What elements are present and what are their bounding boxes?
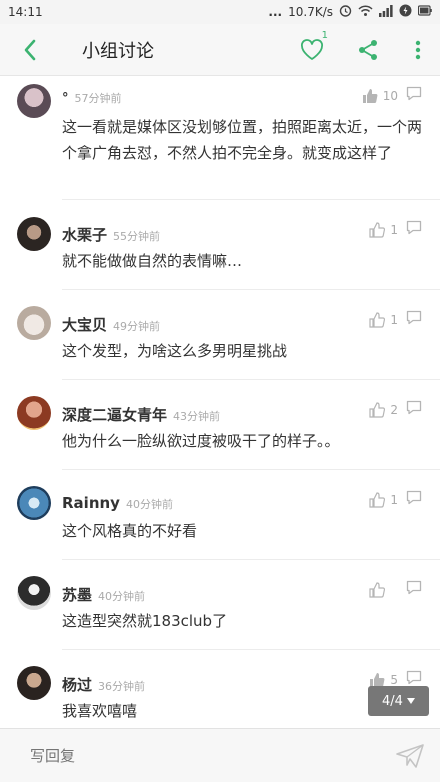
avatar[interactable]: [17, 396, 51, 430]
network-speed: 10.7K/s: [288, 5, 333, 19]
like-count: 1: [390, 222, 398, 237]
comment-text: 这造型突然就183club了: [62, 612, 228, 630]
heart-icon: [301, 38, 323, 60]
thumbs-up-icon: [369, 311, 386, 328]
thumbs-up-icon: [369, 221, 386, 238]
like-count: 1: [390, 492, 398, 507]
status-icons: ... 10.7K/s: [268, 4, 432, 20]
comment-bubble-icon: [406, 220, 422, 235]
like-count: 1: [321, 29, 328, 41]
comment-bubble-icon: [406, 580, 422, 595]
comment-author[interactable]: Rainny: [62, 494, 120, 512]
comment-author[interactable]: 大宝贝: [62, 314, 107, 335]
comment-list: ° 57分钟前 10 这一看就是媒体区没划够位置，拍照距离太近，一个两个拿广角去…: [0, 76, 440, 728]
charging-icon: [399, 4, 412, 20]
thumbs-up-icon: [369, 401, 386, 418]
reply-comment-button[interactable]: [406, 400, 422, 419]
comment-like-button[interactable]: 10: [362, 88, 398, 104]
like-button[interactable]: 1: [284, 24, 340, 76]
comment-like-button[interactable]: 2: [369, 401, 398, 418]
status-bar: 14:11 ... 10.7K/s: [0, 0, 440, 24]
comment-bubble-icon: [406, 490, 422, 505]
comment-item: 深度二逼女青年 43分钟前 2 他为什么一脸纵欲过度被吸干了的样子。。: [0, 380, 440, 470]
app-header: 小组讨论 1: [0, 24, 440, 76]
comment-like-button[interactable]: 1: [369, 221, 398, 238]
like-count: 1: [390, 312, 398, 327]
status-time: 14:11: [8, 5, 43, 19]
comment-author[interactable]: 水栗子: [62, 224, 107, 245]
thumbs-up-icon: [369, 581, 385, 598]
comment-like-button[interactable]: 1: [369, 491, 398, 508]
share-button[interactable]: [340, 24, 396, 76]
comment-bubble-icon: [406, 310, 422, 325]
like-count: 2: [390, 402, 398, 417]
page-indicator-label: 4/4: [382, 693, 403, 709]
thumbs-up-icon: [369, 491, 386, 508]
back-button[interactable]: [0, 24, 60, 76]
status-dots: ...: [268, 5, 283, 19]
triangle-down-icon: [406, 698, 415, 704]
alarm-icon: [339, 4, 352, 20]
comment-text: 这个发型，为啥这么多男明星挑战: [62, 342, 288, 360]
comment-author[interactable]: 苏墨: [62, 584, 92, 605]
comment-item: 水栗子 55分钟前 1 就不能做做自然的表情嘛…: [0, 200, 440, 290]
signal-icon: [379, 4, 393, 20]
comment-item: Rainny 40分钟前 1 这个风格真的不好看: [0, 470, 440, 560]
like-count: 10: [382, 88, 398, 103]
reply-bar: [0, 728, 440, 782]
more-button[interactable]: [396, 24, 440, 76]
comment-bubble-icon: [406, 86, 422, 101]
comment-time: 55分钟前: [113, 230, 161, 243]
avatar[interactable]: [17, 84, 51, 118]
avatar[interactable]: [17, 486, 51, 520]
comment-text: 这个风格真的不好看: [62, 522, 198, 540]
thumbs-up-filled-icon: [362, 88, 378, 103]
page-indicator[interactable]: 4/4: [368, 686, 429, 716]
comment-author[interactable]: °: [62, 91, 69, 106]
battery-icon: [417, 4, 432, 20]
comment-like-button[interactable]: 1: [369, 311, 398, 328]
page-title: 小组讨论: [82, 40, 154, 62]
chevron-left-icon: [24, 39, 36, 60]
comment-text: 这一看就是媒体区没划够位置，拍照距离太近，一个两个拿广角去怼，不然人拍不完全身。…: [62, 118, 423, 162]
comment-time: 36分钟前: [98, 680, 146, 693]
comment-item: 大宝贝 49分钟前 1 这个发型，为啥这么多男明星挑战: [0, 290, 440, 380]
wifi-icon: [358, 4, 373, 20]
like-count: 5: [390, 672, 398, 687]
reply-comment-button[interactable]: [406, 580, 422, 599]
comment-item: 苏墨 40分钟前 这造型突然就183club了: [0, 560, 440, 650]
comment-bubble-icon: [406, 400, 422, 415]
comment-item: ° 57分钟前 10 这一看就是媒体区没划够位置，拍照距离太近，一个两个拿广角去…: [0, 76, 440, 200]
comment-time: 43分钟前: [173, 410, 221, 423]
comment-text: 就不能做做自然的表情嘛…: [62, 252, 243, 270]
more-vertical-icon: [415, 40, 421, 59]
avatar[interactable]: [17, 306, 51, 340]
comment-time: 40分钟前: [98, 590, 146, 603]
send-button[interactable]: [380, 729, 440, 782]
share-icon: [359, 39, 377, 60]
send-icon: [396, 743, 424, 768]
reply-input[interactable]: [30, 746, 380, 765]
reply-comment-button[interactable]: [406, 220, 422, 239]
comment-author[interactable]: 杨过: [62, 674, 92, 695]
avatar[interactable]: [17, 666, 51, 700]
comment-like-button[interactable]: [369, 581, 390, 598]
comment-time: 49分钟前: [113, 320, 161, 333]
header-actions: 1: [284, 24, 440, 76]
avatar[interactable]: [17, 217, 51, 251]
comment-bubble-icon: [406, 670, 422, 685]
reply-comment-button[interactable]: [406, 310, 422, 329]
comment-author[interactable]: 深度二逼女青年: [62, 404, 167, 425]
comment-time: 57分钟前: [74, 92, 122, 105]
comment-text: 他为什么一脸纵欲过度被吸干了的样子。。: [62, 432, 340, 450]
reply-comment-button[interactable]: [406, 490, 422, 509]
reply-comment-button[interactable]: [406, 86, 422, 105]
comment-time: 40分钟前: [125, 498, 173, 511]
avatar[interactable]: [17, 576, 51, 610]
